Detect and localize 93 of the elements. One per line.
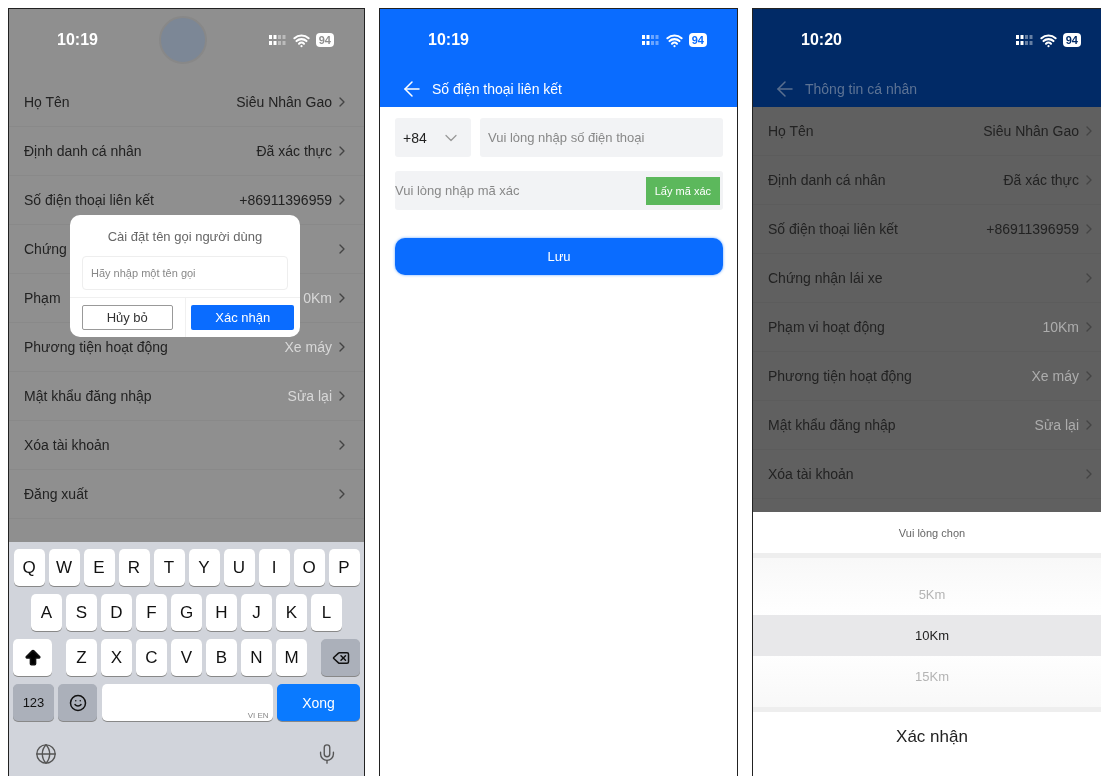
battery-level: 94 [315, 33, 334, 47]
letter-key[interactable]: A [31, 594, 62, 631]
row-value: Siêu Nhân Gao [236, 94, 332, 110]
confirm-button[interactable]: Xác nhận [753, 712, 1101, 762]
letter-key[interactable]: E [83, 549, 115, 586]
letter-key[interactable]: K [276, 594, 307, 631]
emoji-key[interactable] [58, 684, 98, 721]
row-label: Số điện thoại liên kết [24, 192, 154, 208]
letter-key[interactable]: U [223, 549, 255, 586]
row-label: Phương tiện hoạt động [768, 368, 912, 384]
letter-key[interactable]: T [153, 549, 185, 586]
screen-title: Thông tin cá nhân [805, 81, 918, 97]
row-label: Định danh cá nhân [24, 143, 142, 159]
row-value: +86911396959 [239, 192, 332, 208]
confirm-button[interactable]: Xác nhận [191, 305, 295, 330]
status-time: 10:19 [428, 31, 469, 49]
row-label: Phương tiện hoạt động [24, 339, 168, 355]
language-hint: VI EN [247, 711, 269, 720]
signal-icon [641, 34, 660, 46]
row-value: Xe máy [1031, 368, 1079, 384]
status-time: 10:19 [57, 31, 98, 49]
picker-option[interactable]: 10Km [753, 615, 1101, 656]
letter-key[interactable]: I [258, 549, 290, 586]
letter-key[interactable]: N [241, 639, 272, 676]
row-label: Mật khẩu đăng nhập [24, 388, 152, 404]
row-value: +86911396959 [986, 221, 1079, 237]
row-value: 0Km [303, 290, 332, 306]
screen-title: Số điện thoại liên kết [432, 81, 562, 97]
letter-key[interactable]: G [171, 594, 202, 631]
letter-key[interactable]: X [101, 639, 132, 676]
letter-key[interactable]: R [118, 549, 150, 586]
status-time: 10:20 [801, 31, 842, 49]
letter-key[interactable]: Z [66, 639, 97, 676]
letter-key[interactable]: B [206, 639, 237, 676]
row-label: Xóa tài khoản [768, 466, 854, 482]
row-value: Siêu Nhân Gao [983, 123, 1079, 139]
letter-key[interactable]: D [101, 594, 132, 631]
emoji-icon [68, 693, 87, 712]
row-value: Đã xác thực [1003, 172, 1079, 188]
signal-icon [268, 34, 287, 46]
settings-row[interactable]: Họ Tên Siêu Nhân Gao [9, 78, 364, 127]
letter-key[interactable]: Y [188, 549, 220, 586]
letter-key[interactable]: L [311, 594, 342, 631]
cancel-button[interactable]: Hủy bỏ [81, 305, 173, 330]
settings-row[interactable]: Đăng xuất [9, 470, 364, 519]
row-value: Sửa lại [1034, 417, 1079, 433]
row-value: Xe máy [284, 339, 332, 355]
row-label: Đăng xuất [24, 486, 88, 502]
row-label: Họ Tên [768, 123, 814, 139]
letter-key[interactable]: F [136, 594, 167, 631]
shift-key[interactable] [13, 639, 52, 676]
save-button[interactable]: Lưu [395, 238, 723, 275]
letter-key[interactable]: S [66, 594, 97, 631]
letter-key[interactable]: V [171, 639, 202, 676]
letter-key[interactable]: W [48, 549, 80, 586]
battery-level: 94 [1062, 33, 1081, 47]
wifi-icon [665, 31, 683, 49]
row-label: Xóa tài khoản [24, 437, 110, 453]
row-label: Họ Tên [24, 94, 70, 110]
row-label: Mật khẩu đăng nhập [768, 417, 896, 433]
wifi-icon [292, 31, 310, 49]
row-value: 10Km [1042, 319, 1079, 335]
row-label: Phạm [24, 290, 61, 306]
dialog-title: Cài đặt tên gọi người dùng [107, 229, 263, 244]
settings-row[interactable]: Mật khẩu đăng nhập Sửa lại [9, 372, 364, 421]
letter-key[interactable]: H [206, 594, 237, 631]
row-label: Định danh cá nhân [768, 172, 886, 188]
letter-key[interactable]: C [136, 639, 167, 676]
battery-level: 94 [688, 33, 707, 47]
signal-icon [1015, 34, 1034, 46]
row-value: Sửa lại [287, 388, 332, 404]
country-code-select[interactable]: +84 [395, 118, 471, 157]
letter-key[interactable]: P [328, 549, 360, 586]
letter-key[interactable]: O [293, 549, 325, 586]
row-label: Phạm vi hoạt động [768, 319, 885, 335]
return-key[interactable]: Xong [277, 684, 360, 721]
row-label: Chứng nhận lái xe [768, 270, 883, 286]
wifi-icon [1039, 31, 1057, 49]
row-value: Đã xác thực [256, 143, 332, 159]
row-label: Chứng [24, 241, 67, 257]
settings-row[interactable]: Xóa tài khoản [9, 421, 364, 470]
settings-row[interactable]: Định danh cá nhân Đã xác thực [9, 127, 364, 176]
backspace-key[interactable] [321, 639, 360, 676]
nickname-input[interactable]: Hãy nhập một tên gọi [82, 256, 288, 290]
row-label: Số điện thoại liên kết [768, 221, 898, 237]
phone-input[interactable]: Vui lòng nhập số điện thoại [480, 118, 723, 157]
number-key[interactable]: 123 [13, 684, 54, 721]
letter-key[interactable]: M [276, 639, 307, 676]
letter-key[interactable]: Q [13, 549, 45, 586]
space-key[interactable]: VI EN [101, 684, 273, 721]
shift-icon [22, 647, 43, 668]
letter-key[interactable]: J [241, 594, 272, 631]
globe-icon[interactable] [35, 743, 57, 765]
